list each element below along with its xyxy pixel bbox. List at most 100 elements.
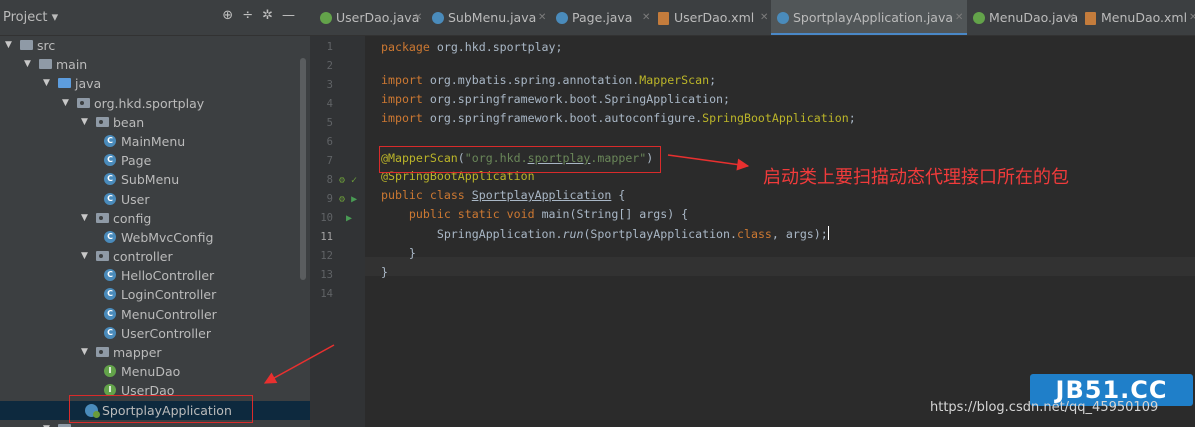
- line-number-text: 3: [326, 79, 333, 91]
- editor-tab[interactable]: UserDao.java ✕: [314, 0, 426, 35]
- tree-item[interactable]: C HelloController: [0, 266, 310, 285]
- package-icon: [96, 116, 109, 127]
- expand-arrow-icon[interactable]: ▼: [43, 420, 50, 427]
- annotation-text: 启动类上要扫描动态代理接口所在的包: [763, 167, 1069, 188]
- editor-tab[interactable]: MenuDao.xml✕: [1079, 0, 1195, 35]
- text-caret: [827, 226, 829, 240]
- folder-icon: [20, 40, 33, 50]
- run-main-icon[interactable]: ▶: [346, 209, 352, 228]
- tab-label: UserDao.xml: [674, 10, 755, 25]
- expand-arrow-icon[interactable]: ▼: [62, 94, 69, 113]
- editor-tab[interactable]: SubMenu.java ✕: [426, 0, 550, 35]
- package-icon: [96, 347, 109, 357]
- class-icon: C: [104, 326, 116, 339]
- spring-class-icon: [777, 12, 789, 24]
- watermark-url: https://blog.csdn.net/qq_45950109: [930, 400, 1159, 415]
- expand-arrow-icon[interactable]: ▼: [5, 36, 12, 55]
- line-number: 10 ▶: [310, 209, 365, 228]
- tree-item-label: UserController: [121, 325, 211, 341]
- tree-item[interactable]: ▼ config: [0, 209, 310, 228]
- highlight-box-selected-file: [69, 395, 253, 423]
- tree-item[interactable]: C User: [0, 190, 310, 209]
- collapse-all-icon[interactable]: ÷: [242, 8, 262, 23]
- tree-item[interactable]: ▼ src: [0, 36, 310, 55]
- tree-item[interactable]: C WebMvcConfig: [0, 228, 310, 247]
- source-folder-icon: [58, 78, 71, 89]
- code-line-10: public static void main(String[] args) {: [408, 207, 689, 221]
- project-tree: ▼ src ▼ main ▼ java ▼ org.hkd.sportplay ▼ bean C Ma…: [0, 36, 310, 427]
- close-tab-icon[interactable]: ✕: [955, 0, 963, 35]
- line-number-text: 10: [320, 212, 333, 224]
- expand-arrow-icon[interactable]: ▼: [81, 247, 88, 266]
- line-number: 14: [310, 285, 365, 304]
- tree-item-label: MainMenu: [121, 133, 186, 149]
- project-view-dropdown[interactable]: Project ▾: [3, 10, 58, 25]
- editor-tab[interactable]: SportplayApplication.java ✕: [771, 0, 967, 35]
- tree-item-label: controller: [113, 249, 173, 265]
- line-number: 7: [310, 152, 365, 171]
- editor-tab[interactable]: Page.java ✕: [550, 0, 654, 35]
- run-class-icon[interactable]: ⚙ ▶: [339, 190, 357, 209]
- tree-scrollbar[interactable]: [300, 58, 306, 280]
- hide-panel-icon[interactable]: —: [282, 8, 304, 23]
- tree-item-label: MenuController: [121, 306, 217, 322]
- expand-arrow-icon[interactable]: ▼: [24, 55, 31, 74]
- tree-item[interactable]: ▼ org.hkd.sportplay: [0, 94, 310, 113]
- line-number-text: 13: [320, 269, 333, 281]
- class-icon: C: [104, 192, 116, 205]
- editor-tab[interactable]: MenuDao.java ✕: [967, 0, 1079, 35]
- class-icon: C: [104, 154, 116, 167]
- locate-icon[interactable]: ⊕: [222, 8, 242, 23]
- tree-item[interactable]: C UserController: [0, 324, 310, 343]
- interface-icon: [320, 12, 332, 24]
- expand-arrow-icon[interactable]: ▼: [81, 343, 88, 362]
- tree-item[interactable]: C SubMenu: [0, 170, 310, 189]
- interface-icon: I: [104, 365, 116, 378]
- tree-item-label: config: [113, 210, 152, 226]
- code-editor[interactable]: package org.hkd.sportplay; import org.my…: [365, 36, 1195, 427]
- close-tab-icon[interactable]: ✕: [1189, 0, 1195, 35]
- expand-arrow-icon[interactable]: ▼: [81, 209, 88, 228]
- gear-icon[interactable]: ✲: [262, 8, 282, 23]
- expand-arrow-icon[interactable]: ▼: [81, 113, 88, 132]
- tree-item[interactable]: ▼ mapper: [0, 343, 310, 362]
- close-tab-icon[interactable]: ✕: [414, 0, 422, 35]
- tree-item-label: src: [37, 38, 56, 53]
- spring-bean-gutter-icon[interactable]: ⚙ ✓: [339, 171, 357, 190]
- tree-item[interactable]: C LoginController: [0, 285, 310, 304]
- close-tab-icon[interactable]: ✕: [760, 0, 768, 35]
- class-icon: C: [104, 269, 116, 282]
- tree-item[interactable]: ▼ main: [0, 55, 310, 74]
- close-tab-icon[interactable]: ✕: [642, 0, 650, 35]
- package-icon: [77, 97, 90, 108]
- line-number-text: 1: [326, 41, 333, 53]
- tab-label: SubMenu.java: [448, 10, 537, 25]
- tree-item[interactable]: ▼ java: [0, 74, 310, 93]
- line-number: 5: [310, 114, 365, 133]
- tree-item[interactable]: C MenuController: [0, 305, 310, 324]
- editor-gutter: 1 2 3 4 5 6 7 8 ⚙ ✓ 9 ⚙ ▶ 10 ▶ 11 12 13 14: [310, 36, 365, 427]
- code-line-9: public class SportplayApplication {: [381, 188, 626, 202]
- code-line-3: import org.mybatis.spring.annotation.Map…: [381, 73, 717, 87]
- line-number: 9 ⚙ ▶: [310, 190, 365, 209]
- tab-label: UserDao.java: [336, 10, 420, 25]
- editor-tab[interactable]: UserDao.xml ✕: [652, 0, 772, 35]
- tree-item[interactable]: ▼ bean: [0, 113, 310, 132]
- tree-item[interactable]: ▼ controller: [0, 247, 310, 266]
- close-tab-icon[interactable]: ✕: [1067, 0, 1075, 35]
- code-line-1: package org.hkd.sportplay;: [381, 40, 563, 54]
- line-number: 6: [310, 133, 365, 152]
- tree-item[interactable]: C Page: [0, 151, 310, 170]
- tree-item[interactable]: I MenuDao: [0, 362, 310, 381]
- tree-item-label: User: [121, 191, 150, 207]
- tab-label: SportplayApplication.java: [793, 10, 954, 25]
- tab-label: Page.java: [572, 10, 633, 25]
- line-number-text: 6: [326, 136, 333, 148]
- line-number: 8 ⚙ ✓: [310, 171, 365, 190]
- expand-arrow-icon[interactable]: ▼: [43, 74, 50, 93]
- line-number-text: 4: [326, 98, 333, 110]
- code-line-13: }: [381, 265, 388, 279]
- close-tab-icon[interactable]: ✕: [538, 0, 546, 35]
- highlight-box-mapperscan: [379, 146, 661, 173]
- tree-item[interactable]: C MainMenu: [0, 132, 310, 151]
